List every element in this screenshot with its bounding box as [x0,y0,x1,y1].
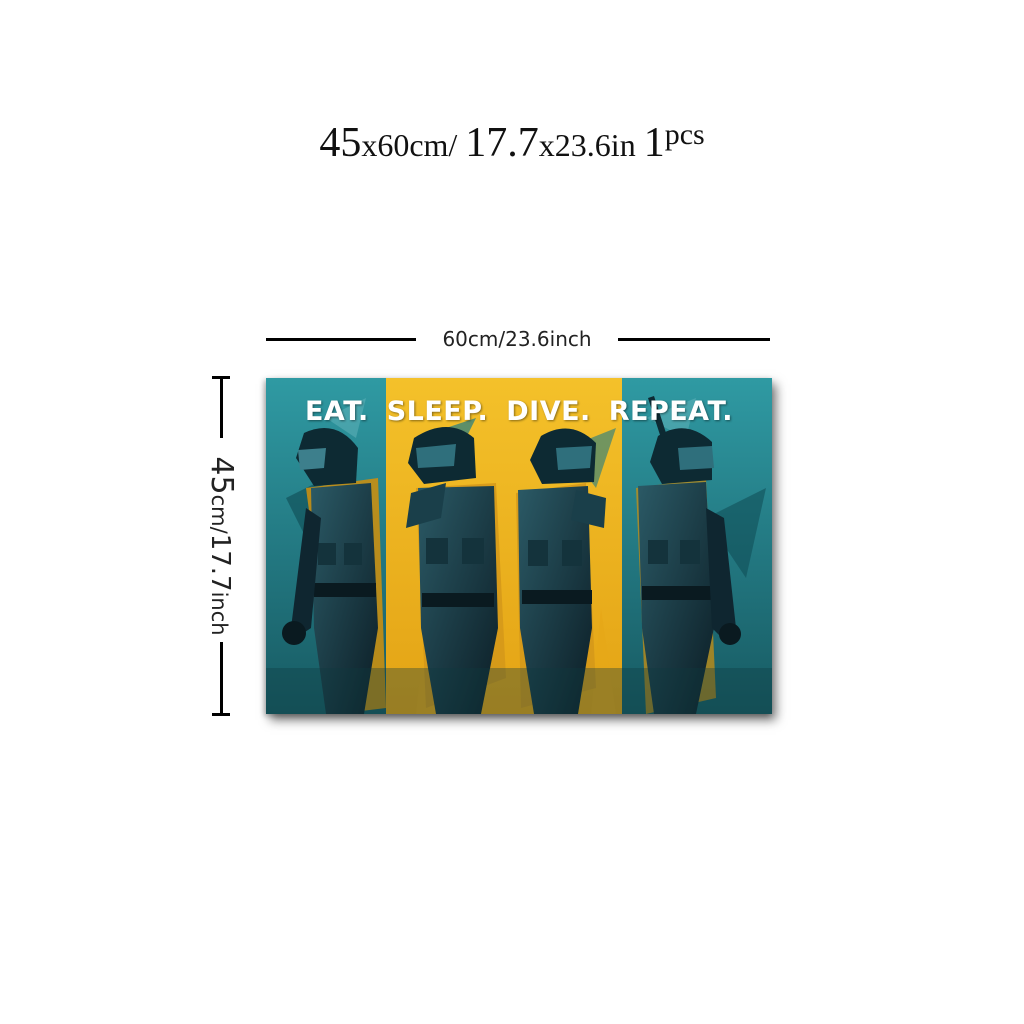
height-dimension-line-top [220,376,223,438]
soldier-pouch [318,543,336,565]
height-dimension-cap-bottom [212,713,230,716]
soldier-hand [719,623,741,645]
ground-shade [266,668,772,714]
slogan-word: EAT. [304,396,369,427]
slogan-word: SLEEP. [386,396,489,427]
soldier-belt [642,586,712,600]
height-dimension-line-bottom [220,642,223,716]
soldier-pouch [426,538,448,564]
soldier-belt [422,593,494,607]
slogan-word: DIVE. [506,396,591,427]
soldier-visor [678,446,714,470]
soldier-pouch [344,543,362,565]
width-dimension-line-left [266,338,416,341]
soldier-pouch [680,540,700,564]
canvas-print: EAT. SLEEP. DIVE. REPEAT. [266,378,772,714]
headline-by-cm: x60cm/ [361,127,458,163]
artwork-illustration [266,378,772,714]
soldier-belt [314,583,376,597]
slogan-text: EAT. SLEEP. DIVE. REPEAT. [266,396,772,427]
height-number-in: 17.7 [205,533,235,592]
soldier-pouch [528,540,548,566]
headline-width-cm: 45 [319,120,362,166]
height-number: 45 [204,456,239,495]
soldier-pouch [562,540,582,566]
size-headline: 45x60cm/17.7x23.6in 1pcs [0,118,1024,192]
soldier-visor [298,448,326,470]
soldier-belt [522,590,592,604]
height-dimension-label: 45cm/17.7inch [204,456,239,636]
headline-by-in: x23.6in [538,127,636,163]
soldier-hand [282,621,306,645]
width-dimension: 60cm/23.6inch [266,326,770,352]
soldier-visor [416,444,456,468]
height-unit-in: inch [207,591,231,636]
soldier-pouch [648,540,668,564]
headline-qty: 1 [643,120,665,166]
slogan-word: REPEAT. [608,396,734,427]
soldier-visor [556,446,592,470]
width-dimension-label: 60cm/23.6inch [442,327,592,351]
height-dimension: 45cm/17.7inch [204,376,239,716]
width-dimension-line-right [618,338,770,341]
soldier-pouch [462,538,484,564]
headline-unit: pcs [664,118,705,151]
headline-height-in: 17.7 [465,120,539,166]
height-unit: cm/ [207,494,231,534]
